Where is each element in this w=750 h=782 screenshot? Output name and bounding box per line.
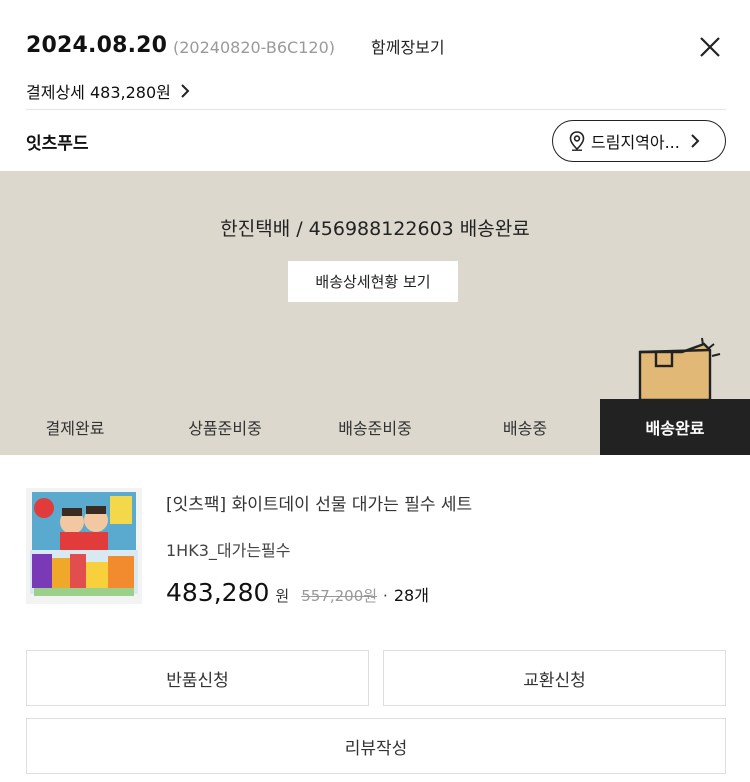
original-price: 557,200원: [301, 587, 378, 605]
order-id: (20240820-B6C120): [173, 38, 335, 57]
store-name: 잇츠푸드: [26, 134, 89, 154]
product-name[interactable]: [잇츠팩] 화이트데이 선물 대가는 필수 세트: [166, 490, 472, 515]
product-option: 1HK3_대가는필수: [166, 541, 291, 560]
order-date: 2024.08.20: [26, 33, 168, 58]
tab-preparing-shipping: 배송준비중: [338, 419, 412, 438]
delivery-status-text: 한진택배 / 456988122603 배송완료: [220, 218, 530, 240]
separator-dot: ·: [383, 587, 388, 605]
delivery-status-panel: 한진택배 / 456988122603 배송완료 배송상세현황 보기: [0, 171, 750, 400]
tab-delivered: 배송완료: [600, 399, 750, 455]
payment-detail-label: 결제상세 483,280원: [26, 83, 171, 102]
delivered-box-icon: [638, 337, 721, 400]
payment-detail-link[interactable]: 결제상세 483,280원: [26, 79, 191, 103]
region-label: 드림지역아...: [591, 133, 680, 152]
tab-payment-complete: 결제완료: [45, 419, 105, 438]
product-thumbnail[interactable]: [26, 488, 142, 604]
location-pin-icon: [569, 131, 585, 151]
tab-shipping: 배송중: [502, 419, 548, 438]
close-icon[interactable]: [696, 33, 724, 61]
return-request-button[interactable]: 반품신청: [26, 650, 369, 706]
write-review-button[interactable]: 리뷰작성: [26, 718, 726, 774]
tab-preparing-product: 상품준비중: [188, 419, 262, 438]
currency-label: 원: [275, 587, 290, 605]
region-button[interactable]: 드림지역아...: [552, 120, 726, 162]
sale-price: 483,280: [166, 578, 270, 607]
order-header: 2024.08.20 (20240820-B6C120) 함께장보기 결제상세 …: [0, 0, 750, 171]
price-row: 483,280 원 557,200원 · 28개: [166, 578, 429, 607]
chevron-right-icon: [691, 134, 700, 148]
header-divider: [26, 109, 726, 110]
order-progress-tabs: 결제완료 상품준비중 배송준비중 배송중 배송완료: [0, 399, 750, 455]
exchange-request-button[interactable]: 교환신청: [383, 650, 726, 706]
chevron-right-icon: [181, 84, 190, 98]
together-shopping-link[interactable]: 함께장보기: [371, 34, 445, 58]
quantity: 28개: [393, 586, 429, 605]
delivery-detail-button[interactable]: 배송상세현황 보기: [288, 261, 458, 302]
